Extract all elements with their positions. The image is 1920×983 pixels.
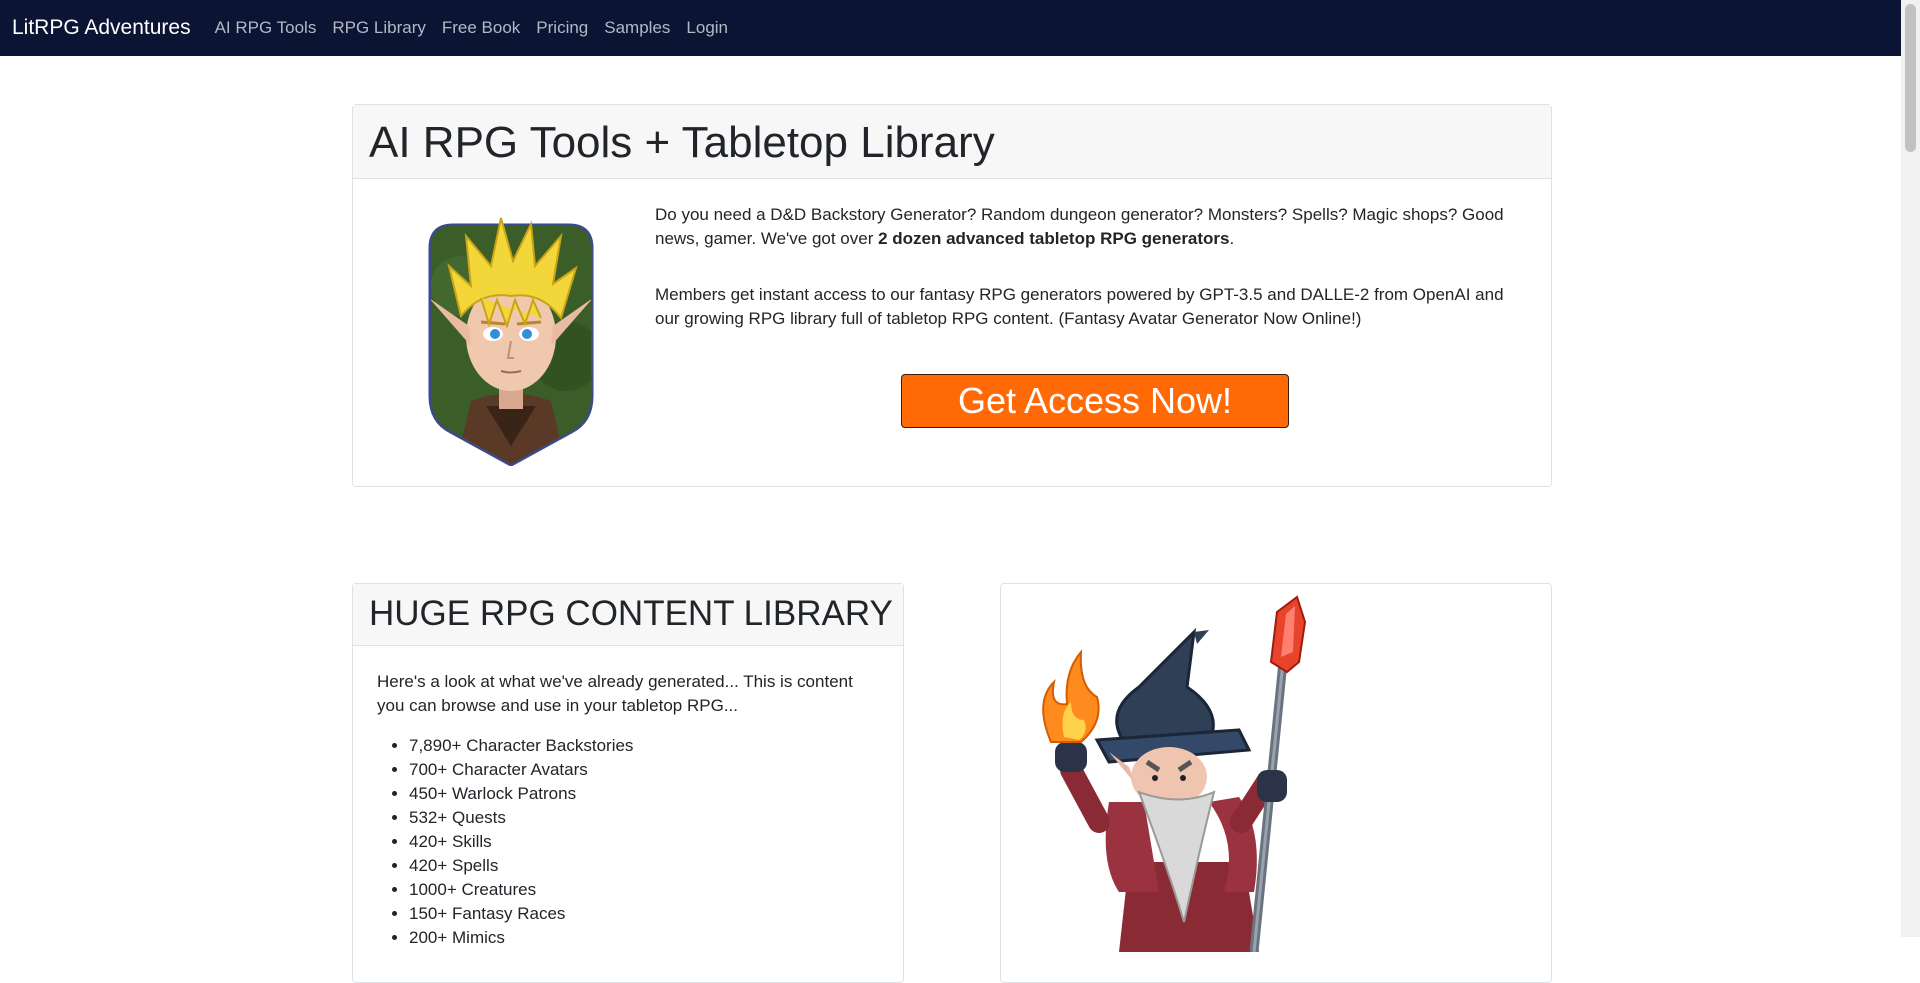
hero-p1-end: . <box>1229 229 1235 248</box>
list-item: 450+ Warlock Patrons <box>409 782 633 806</box>
nav-pricing[interactable]: Pricing <box>536 18 588 38</box>
hero-paragraph-1: Do you need a D&D Backstory Generator? R… <box>655 203 1525 251</box>
list-item: 700+ Character Avatars <box>409 758 633 782</box>
hero-description: Do you need a D&D Backstory Generator? R… <box>655 203 1525 363</box>
hero-card: AI RPG Tools + Tabletop Library Do you n… <box>352 104 1552 487</box>
scrollbar-thumb[interactable] <box>1905 4 1916 152</box>
nav-samples[interactable]: Samples <box>604 18 670 38</box>
brand-link[interactable]: LitRPG Adventures <box>12 16 191 40</box>
list-item: 7,890+ Character Backstories <box>409 734 633 758</box>
list-item: 420+ Skills <box>409 830 633 854</box>
list-item: 200+ Mimics <box>409 926 633 950</box>
hero-title: AI RPG Tools + Tabletop Library <box>369 118 995 167</box>
page-scrollbar[interactable] <box>1901 0 1920 937</box>
get-access-button[interactable]: Get Access Now! <box>901 374 1289 428</box>
library-stats-list: 7,890+ Character Backstories 700+ Charac… <box>377 734 633 950</box>
nav-ai-rpg-tools[interactable]: AI RPG Tools <box>215 18 317 38</box>
library-intro: Here's a look at what we've already gene… <box>377 672 853 715</box>
elf-avatar-image <box>428 217 594 466</box>
top-navbar: LitRPG Adventures AI RPG Tools RPG Libra… <box>0 0 1901 56</box>
list-item: 420+ Spells <box>409 854 633 878</box>
list-item: 150+ Fantasy Races <box>409 902 633 926</box>
nav-rpg-library[interactable]: RPG Library <box>332 18 426 38</box>
hero-header: AI RPG Tools + Tabletop Library <box>353 105 1551 179</box>
nav-login[interactable]: Login <box>686 18 728 38</box>
list-item: 1000+ Creatures <box>409 878 633 902</box>
list-item: 532+ Quests <box>409 806 633 830</box>
nav-free-book[interactable]: Free Book <box>442 18 520 38</box>
hero-p1-bold: 2 dozen advanced tabletop RPG generators <box>878 229 1230 248</box>
hero-paragraph-2: Members get instant access to our fantas… <box>655 285 1504 328</box>
library-card: HUGE RPG CONTENT LIBRARY Here's a look a… <box>352 583 904 983</box>
wizard-card <box>1000 583 1552 983</box>
library-title: HUGE RPG CONTENT LIBRARY <box>369 594 893 633</box>
library-header: HUGE RPG CONTENT LIBRARY <box>353 584 903 646</box>
wizard-image <box>1042 595 1307 952</box>
